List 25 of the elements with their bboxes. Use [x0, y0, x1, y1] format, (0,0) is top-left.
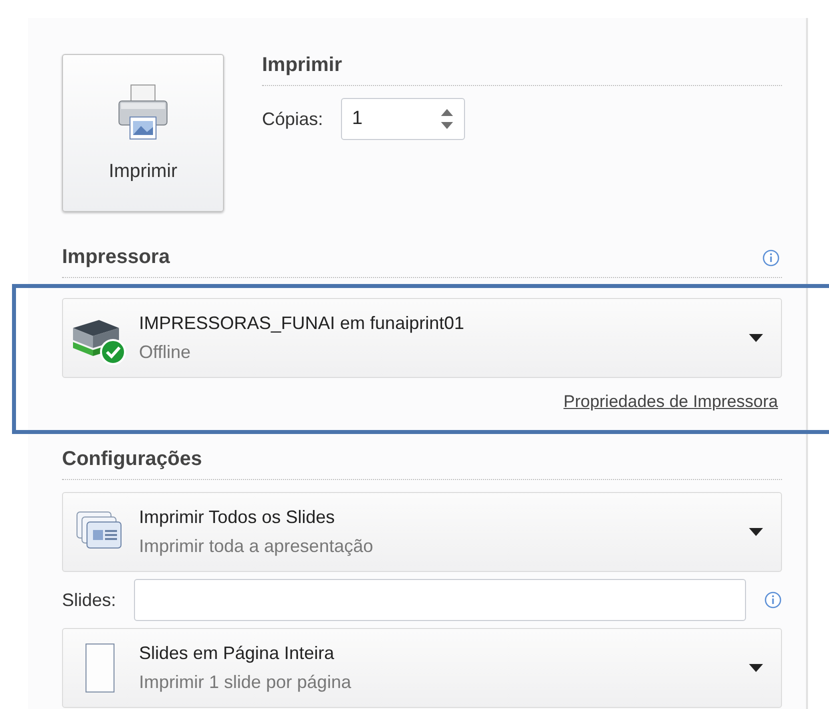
printer-icon: [117, 83, 169, 141]
caret-icon: [749, 334, 763, 342]
layout-dropdown[interactable]: Slides em Página Inteira Imprimir 1 slide por página: [62, 628, 782, 708]
slides-label: Slides:: [62, 590, 116, 610]
print-button[interactable]: Imprimir: [62, 54, 224, 212]
printer-name: IMPRESSORAS_FUNAI em funaiprint01: [139, 313, 466, 334]
section-heading: Imprimir: [262, 54, 344, 77]
copies-spinner[interactable]: 1: [341, 98, 466, 140]
caret-icon: [749, 664, 763, 672]
dropdown-subtitle: Imprimir toda a apresentação: [139, 536, 374, 557]
copies-label: Cópias:: [262, 108, 324, 130]
spinner-arrows-icon: [440, 108, 454, 130]
section-heading: Configurações: [62, 448, 204, 471]
printer-properties-link[interactable]: Propriedades de Impressora: [563, 392, 778, 422]
dropdown-subtitle: Imprimir 1 slide por página: [139, 672, 352, 693]
section-heading: Impressora: [62, 246, 170, 269]
caret-icon: [749, 528, 763, 536]
info-icon[interactable]: [764, 591, 782, 609]
printer-dropdown[interactable]: IMPRESSORAS_FUNAI em funaiprint01 Offline: [62, 298, 782, 378]
info-icon[interactable]: [762, 248, 780, 266]
printer-status: Offline: [139, 342, 192, 363]
print-range-dropdown[interactable]: Imprimir Todos os Slides Imprimir toda a apresentação: [62, 492, 782, 572]
dropdown-title: Slides em Página Inteira: [139, 643, 336, 664]
dropdown-title: Imprimir Todos os Slides: [139, 507, 336, 528]
slides-input-field[interactable]: [134, 579, 746, 621]
